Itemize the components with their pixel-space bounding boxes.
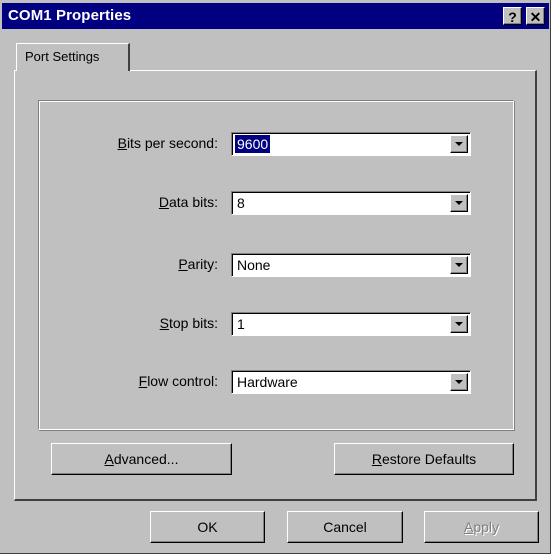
ok-button[interactable]: OK — [150, 511, 265, 543]
apply-button[interactable]: Apply — [424, 511, 539, 543]
parity-label: Parity: — [178, 256, 218, 272]
chevron-down-icon[interactable] — [450, 315, 468, 333]
data-bits-label: Data bits: — [158, 194, 218, 210]
chevron-down-icon[interactable] — [450, 373, 468, 391]
flow-control-select[interactable]: Hardware — [231, 370, 471, 394]
parity-select[interactable]: None — [231, 253, 471, 277]
data-bits-select[interactable]: 8 — [231, 191, 471, 215]
title-bar[interactable]: COM1 Properties ? ✕ — [2, 3, 549, 29]
chevron-down-icon[interactable] — [450, 194, 468, 212]
bits-per-second-select[interactable]: 9600 — [231, 132, 471, 156]
stop-bits-value: 1 — [237, 316, 245, 332]
flow-control-label: Flow control: — [138, 373, 218, 389]
tab-port-settings[interactable]: Port Settings — [16, 43, 130, 71]
advanced-button[interactable]: Advanced... — [51, 443, 232, 475]
dialog-window: COM1 Properties ? ✕ Port Settings Bits p… — [0, 0, 551, 554]
chevron-down-icon[interactable] — [450, 135, 468, 153]
stop-bits-label: Stop bits: — [159, 315, 218, 331]
restore-defaults-button[interactable]: Restore Defaults — [334, 443, 514, 475]
bits-per-second-value: 9600 — [233, 134, 272, 154]
cancel-button[interactable]: Cancel — [287, 511, 403, 543]
stop-bits-select[interactable]: 1 — [231, 312, 471, 336]
parity-value: None — [237, 257, 271, 273]
close-icon: ✕ — [529, 9, 542, 25]
chevron-down-icon[interactable] — [450, 256, 468, 274]
data-bits-value: 8 — [237, 195, 245, 211]
flow-control-value: Hardware — [237, 374, 298, 390]
window-title: COM1 Properties — [8, 7, 132, 24]
help-button[interactable]: ? — [503, 7, 522, 25]
bits-per-second-label: Bits per second: — [117, 135, 218, 151]
tab-label: Port Settings — [25, 49, 100, 64]
help-icon: ? — [508, 9, 517, 25]
close-button[interactable]: ✕ — [526, 7, 545, 25]
